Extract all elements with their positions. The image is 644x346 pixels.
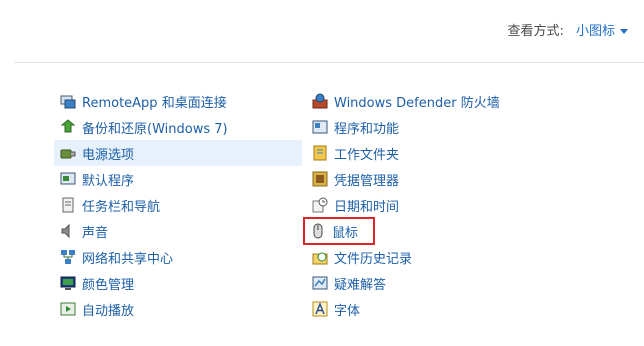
- item-label: 备份和还原(Windows 7): [82, 121, 228, 137]
- item-troubleshooting[interactable]: 疑难解答: [306, 270, 566, 296]
- item-label: 网络和共享中心: [82, 251, 174, 267]
- item-label: 文件历史记录: [334, 251, 413, 267]
- view-by-label: 查看方式:: [507, 24, 564, 39]
- troubleshoot-icon: [312, 276, 328, 290]
- item-label: 疑难解答: [334, 277, 387, 293]
- item-label: 颜色管理: [82, 277, 135, 293]
- item-taskbar[interactable]: 任务栏和导航: [54, 192, 302, 218]
- item-backup[interactable]: 备份和还原(Windows 7): [54, 114, 302, 140]
- chevron-down-icon[interactable]: [620, 29, 628, 34]
- item-label: Windows Defender 防火墙: [334, 95, 500, 111]
- item-fonts[interactable]: 字体: [306, 296, 566, 322]
- firewall-icon: [312, 93, 328, 109]
- item-label: 任务栏和导航: [82, 199, 161, 215]
- item-label: 电源选项: [82, 147, 135, 163]
- remoteapp-icon: [60, 95, 76, 109]
- item-label: 日期和时间: [334, 199, 400, 215]
- backup-icon: [60, 119, 76, 133]
- credential-icon: [312, 171, 328, 187]
- item-label: 鼠标: [332, 225, 359, 241]
- item-color-management[interactable]: 颜色管理: [54, 270, 302, 296]
- item-credential-manager[interactable]: 凭据管理器: [306, 166, 566, 192]
- default-programs-icon: [60, 172, 76, 185]
- item-label: 程序和功能: [334, 121, 400, 137]
- view-by-bar: 查看方式: 小图标: [507, 20, 628, 39]
- programs-icon: [312, 120, 328, 134]
- item-file-history[interactable]: 文件历史记录: [306, 244, 566, 270]
- item-remoteapp[interactable]: RemoteApp 和桌面连接: [54, 88, 302, 114]
- item-label: 默认程序: [82, 173, 135, 189]
- item-autoplay[interactable]: 自动播放: [54, 296, 302, 322]
- item-network[interactable]: 网络和共享中心: [54, 244, 302, 270]
- item-date-time[interactable]: 日期和时间: [306, 192, 566, 218]
- mouse-icon: [313, 223, 323, 239]
- item-label: 工作文件夹: [334, 147, 400, 163]
- network-icon: [61, 250, 75, 264]
- view-by-dropdown[interactable]: 小图标: [576, 24, 615, 39]
- item-sound[interactable]: 声音: [54, 218, 302, 244]
- item-label: 凭据管理器: [334, 173, 400, 189]
- autoplay-icon: [60, 302, 76, 316]
- item-default-programs[interactable]: 默认程序: [54, 166, 302, 192]
- item-label: 声音: [82, 225, 109, 241]
- right-column: Windows Defender 防火墙 程序和功能 工作文件夹 凭据管理器 日…: [303, 88, 566, 322]
- item-label: RemoteApp 和桌面连接: [82, 95, 227, 111]
- speaker-icon: [61, 223, 70, 239]
- item-mouse[interactable]: 鼠标: [303, 217, 375, 245]
- left-column: RemoteApp 和桌面连接 备份和还原(Windows 7) 电源选项 默认…: [54, 88, 302, 322]
- divider: [14, 62, 644, 63]
- item-firewall[interactable]: Windows Defender 防火墙: [306, 88, 566, 114]
- item-power[interactable]: 电源选项: [54, 140, 302, 166]
- clock-icon: [312, 197, 328, 213]
- color-management-icon: [60, 276, 76, 290]
- work-folders-icon: [313, 145, 327, 161]
- taskbar-icon: [62, 197, 74, 213]
- item-programs[interactable]: 程序和功能: [306, 114, 566, 140]
- power-icon: [60, 149, 76, 159]
- item-work-folders[interactable]: 工作文件夹: [306, 140, 566, 166]
- item-label: 字体: [334, 303, 361, 319]
- file-history-icon: [312, 252, 328, 265]
- fonts-icon: [312, 301, 328, 317]
- item-label: 自动播放: [82, 303, 135, 319]
